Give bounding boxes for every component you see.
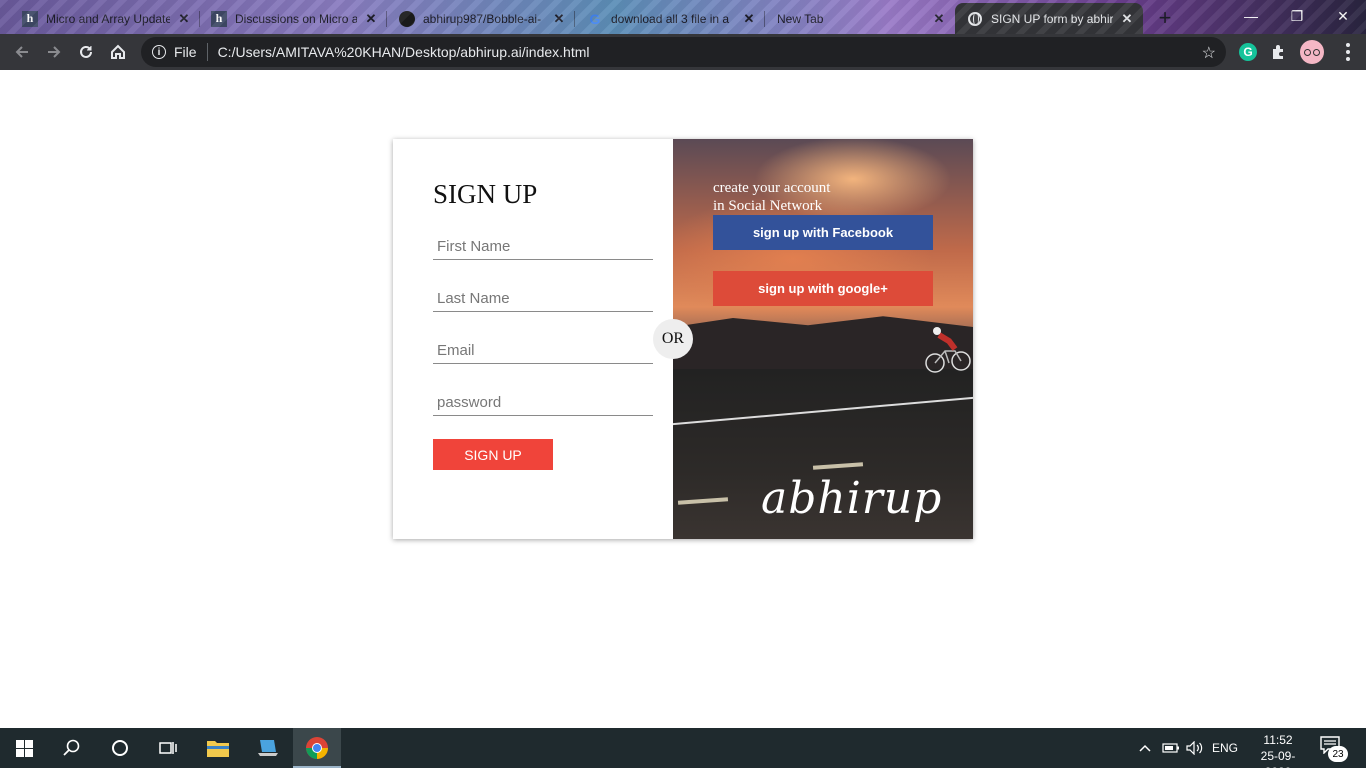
action-center-icon[interactable]: 23	[1320, 736, 1348, 762]
address-bar[interactable]: i File C:/Users/AMITAVA%20KHAN/Desktop/a…	[141, 37, 1226, 67]
signup-button[interactable]: SIGN UP	[433, 439, 553, 470]
close-icon[interactable]: ✕	[931, 11, 947, 27]
close-icon[interactable]: ✕	[176, 11, 192, 27]
tagline-line: in Social Network	[713, 198, 823, 214]
url-text[interactable]: C:/Users/AMITAVA%20KHAN/Desktop/abhirup.…	[218, 44, 590, 60]
browser-tab[interactable]: G download all 3 file in a ✕	[575, 3, 765, 34]
profile-avatar[interactable]	[1300, 40, 1324, 64]
cortana-icon[interactable]	[96, 728, 144, 768]
clock-date: 25-09-2020	[1260, 749, 1296, 779]
browser-toolbar: i File C:/Users/AMITAVA%20KHAN/Desktop/a…	[0, 34, 1366, 70]
reload-icon[interactable]	[72, 38, 100, 66]
windows-taskbar: ENG 11:52 25-09-2020 23	[0, 728, 1366, 779]
or-divider-badge: OR	[653, 319, 693, 359]
restore-icon[interactable]: ❐	[1274, 0, 1320, 32]
scheme-label: File	[174, 44, 197, 60]
tab-title: SIGN UP form by abhiru	[991, 11, 1113, 26]
bookmark-star-icon[interactable]: ☆	[1202, 43, 1216, 63]
tab-title: New Tab	[777, 11, 824, 26]
laptop-app-icon[interactable]	[244, 728, 292, 768]
tagline-line: create your account	[713, 180, 831, 196]
battery-icon[interactable]	[1162, 728, 1180, 768]
social-panel: create your account in Social Network si…	[673, 139, 973, 539]
password-field[interactable]	[433, 390, 653, 416]
tagline: create your account in Social Network	[713, 179, 830, 215]
signup-form: SIGN UP SIGN UP	[393, 139, 673, 539]
hashnode-icon: h	[211, 10, 227, 27]
email-field[interactable]	[433, 338, 653, 364]
file-explorer-icon[interactable]	[194, 728, 242, 768]
page-content: SIGN UP SIGN UP create your account in	[0, 70, 1366, 728]
browser-tab-active[interactable]: SIGN UP form by abhiru ✕	[955, 3, 1143, 34]
volume-icon[interactable]	[1186, 728, 1204, 768]
tab-title: Discussions on Micro a	[235, 11, 357, 26]
browser-tab[interactable]: h Micro and Array Update ✕	[10, 3, 200, 34]
first-name-field[interactable]	[433, 234, 653, 260]
taskbar-clock[interactable]: 11:52 25-09-2020	[1252, 732, 1304, 780]
page-title: SIGN UP	[433, 179, 538, 209]
browser-tab[interactable]: New Tab ✕	[765, 3, 955, 34]
google-signup-button[interactable]: sign up with google+	[713, 271, 933, 306]
brand-logo-text: abhirup	[761, 473, 943, 524]
forward-icon[interactable]	[40, 38, 68, 66]
search-icon[interactable]	[48, 728, 96, 768]
close-icon[interactable]: ✕	[363, 11, 379, 27]
hashnode-icon: h	[22, 10, 38, 27]
cyclist-image	[925, 327, 971, 373]
minimize-icon[interactable]: —	[1228, 0, 1274, 32]
github-icon	[399, 10, 415, 27]
back-icon[interactable]	[8, 38, 36, 66]
home-icon[interactable]	[104, 38, 132, 66]
tab-strip: h Micro and Array Update ✕ h Discussions…	[0, 0, 1366, 34]
google-icon: G	[589, 10, 601, 27]
grammarly-icon[interactable]: G	[1239, 43, 1257, 61]
notification-count-badge: 23	[1328, 746, 1348, 762]
hidden-icons-chevron[interactable]	[1138, 728, 1152, 768]
window-close-icon[interactable]: ✕	[1320, 0, 1366, 32]
globe-icon	[967, 11, 983, 27]
tab-title: download all 3 file in a	[611, 11, 730, 26]
new-tab-button[interactable]: +	[1152, 5, 1178, 31]
windows-start-icon[interactable]	[0, 728, 48, 768]
divider	[206, 43, 208, 61]
info-icon[interactable]: i	[152, 45, 166, 59]
facebook-signup-button[interactable]: sign up with Facebook	[713, 215, 933, 250]
language-indicator[interactable]: ENG	[1212, 728, 1238, 768]
browser-tab[interactable]: h Discussions on Micro a ✕	[199, 3, 387, 34]
chrome-taskbar-icon[interactable]	[293, 728, 341, 768]
signup-card: SIGN UP SIGN UP create your account in	[393, 139, 973, 539]
browser-tab[interactable]: abhirup987/Bobble-ai- ✕	[387, 3, 575, 34]
extensions-puzzle-icon[interactable]	[1270, 43, 1288, 61]
clock-time: 11:52	[1263, 733, 1293, 747]
last-name-field[interactable]	[433, 286, 653, 312]
close-icon[interactable]: ✕	[1119, 11, 1135, 27]
chrome-menu-icon[interactable]	[1338, 43, 1358, 61]
task-view-icon[interactable]	[144, 728, 192, 768]
close-icon[interactable]: ✕	[741, 11, 757, 27]
tab-title: Micro and Array Update	[46, 11, 170, 26]
close-icon[interactable]: ✕	[551, 11, 567, 27]
tab-title: abhirup987/Bobble-ai-	[423, 11, 542, 26]
